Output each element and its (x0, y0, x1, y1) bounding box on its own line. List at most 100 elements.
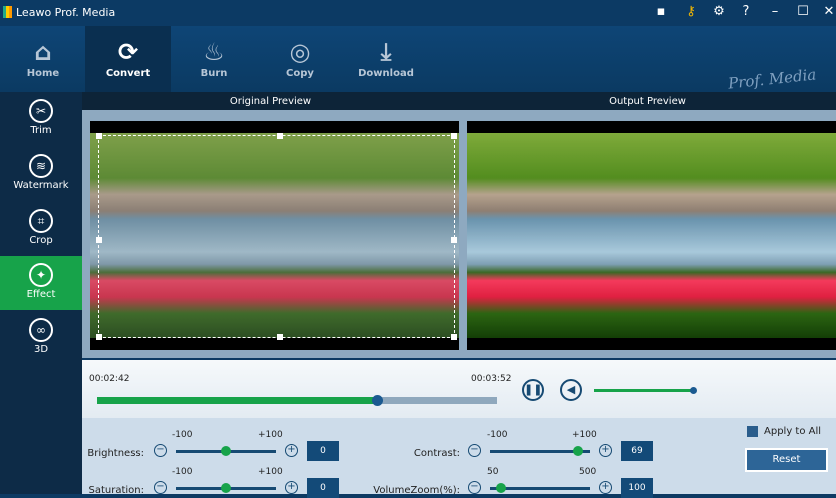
sidebar-label: Effect (26, 289, 56, 300)
title-bar: Leawo Prof. Media ▪ ⚷ ⚙ ? – ☐ ✕ (0, 0, 836, 26)
saturation-decrease-button[interactable]: − (154, 481, 167, 494)
scissors-icon: ✂ (29, 99, 53, 123)
brightness-label: Brightness: (87, 448, 144, 459)
output-video-frame (467, 133, 836, 338)
volume-zoom-min: 50 (487, 467, 499, 477)
apply-to-all-label[interactable]: Apply to All (764, 426, 821, 437)
saturation-max: +100 (258, 467, 283, 477)
contrast-value[interactable]: 69 (621, 441, 653, 461)
contrast-min: -100 (487, 430, 508, 440)
crop-handle[interactable] (451, 133, 457, 139)
brightness-decrease-button[interactable]: − (154, 444, 167, 457)
toolbar-home[interactable]: ⌂ Home (0, 26, 86, 92)
toolbar-download[interactable]: ⤓ Download (343, 26, 429, 92)
crop-handle[interactable] (96, 236, 102, 243)
toolbar-convert[interactable]: ⟳ Convert (85, 26, 171, 92)
current-time: 00:02:42 (89, 374, 130, 384)
sidebar-item-crop[interactable]: ⌗ Crop (0, 202, 82, 256)
toolbar-label: Copy (286, 68, 314, 79)
sidebar-label: Crop (29, 235, 53, 246)
volume-icon[interactable]: ◀ (560, 379, 582, 401)
app-logo-icon (3, 6, 12, 18)
volume-zoom-handle[interactable] (496, 483, 506, 493)
seek-bar[interactable] (97, 395, 497, 406)
contrast-max: +100 (572, 430, 597, 440)
saturation-handle[interactable] (221, 483, 231, 493)
app-title: Leawo Prof. Media (16, 6, 116, 19)
volume-zoom-increase-button[interactable]: + (599, 481, 612, 494)
minimize-icon[interactable]: – (766, 4, 784, 19)
crop-handle[interactable] (276, 334, 283, 340)
toolbar-copy[interactable]: ◎ Copy (257, 26, 343, 92)
crop-handle[interactable] (276, 133, 283, 139)
reset-button[interactable]: Reset (745, 448, 828, 472)
seek-handle[interactable] (372, 395, 383, 406)
chat-icon[interactable]: ▪ (652, 4, 670, 19)
main-toolbar: ⌂ Home ⟳ Convert ♨ Burn ◎ Copy ⤓ Download Pro… (0, 26, 836, 93)
saturation-increase-button[interactable]: + (285, 481, 298, 494)
toolbar-label: Download (358, 68, 414, 79)
sidebar-item-watermark[interactable]: ≋ Watermark (0, 147, 82, 201)
saturation-slider[interactable] (176, 483, 276, 493)
burn-icon: ♨ (203, 38, 225, 66)
toolbar-label: Home (26, 68, 60, 79)
volume-handle[interactable] (690, 387, 697, 394)
output-preview-label: Output Preview (609, 96, 686, 107)
preview-header: Original Preview Output Preview (82, 92, 836, 110)
pause-button[interactable]: ❚❚ (522, 379, 544, 401)
original-video[interactable] (90, 121, 459, 350)
maximize-icon[interactable]: ☐ (794, 4, 812, 19)
saturation-label: Saturation: (88, 485, 145, 496)
home-icon: ⌂ (34, 38, 52, 66)
volume-zoom-decrease-button[interactable]: − (468, 481, 481, 494)
watermark-icon: ≋ (29, 154, 53, 178)
volume-zoom-max: 500 (579, 467, 597, 477)
contrast-handle[interactable] (573, 446, 583, 456)
output-video (467, 121, 836, 350)
crop-box[interactable] (96, 133, 457, 340)
sidebar-label: 3D (33, 344, 49, 355)
sidebar-label: Watermark (13, 180, 69, 191)
crop-handle[interactable] (96, 133, 102, 139)
saturation-value[interactable]: 0 (307, 478, 339, 498)
effect-icon: ✦ (29, 263, 53, 287)
edit-sidebar: ✂ Trim ≋ Watermark ⌗ Crop ✦ Effect ∞ 3D (0, 92, 82, 494)
brightness-min: -100 (172, 430, 193, 440)
original-preview-label: Original Preview (229, 96, 312, 107)
sidebar-item-effect[interactable]: ✦ Effect (0, 256, 82, 310)
brand-logo: Prof. Media (726, 65, 817, 93)
volume-slider[interactable] (594, 387, 697, 394)
volume-zoom-label: VolumeZoom(%): (373, 485, 460, 496)
brightness-value[interactable]: 0 (307, 441, 339, 461)
download-icon: ⤓ (380, 38, 392, 66)
volume-zoom-value[interactable]: 100 (621, 478, 653, 498)
volume-zoom-slider[interactable] (490, 483, 590, 493)
close-icon[interactable]: ✕ (820, 4, 836, 19)
crop-handle[interactable] (451, 236, 457, 243)
contrast-slider[interactable] (490, 446, 590, 456)
brightness-increase-button[interactable]: + (285, 444, 298, 457)
sidebar-item-3d[interactable]: ∞ 3D (0, 311, 82, 365)
brightness-max: +100 (258, 430, 283, 440)
contrast-increase-button[interactable]: + (599, 444, 612, 457)
toolbar-burn[interactable]: ♨ Burn (171, 26, 257, 92)
seek-progress (97, 397, 377, 404)
sidebar-item-trim[interactable]: ✂ Trim (0, 92, 82, 146)
help-icon[interactable]: ? (737, 4, 755, 19)
crop-icon: ⌗ (29, 209, 53, 233)
preview-area (82, 110, 836, 358)
convert-icon: ⟳ (117, 38, 139, 66)
brightness-slider[interactable] (176, 446, 276, 456)
toolbar-label: Convert (105, 68, 151, 79)
toolbar-label: Burn (200, 68, 228, 79)
apply-to-all-checkbox[interactable] (747, 426, 758, 437)
crop-handle[interactable] (451, 334, 457, 340)
key-icon[interactable]: ⚷ (682, 4, 700, 19)
player-controls: 00:02:42 00:03:52 ❚❚ ◀ (82, 360, 836, 418)
total-time: 00:03:52 (471, 374, 512, 384)
brightness-handle[interactable] (221, 446, 231, 456)
copy-icon: ◎ (289, 38, 311, 66)
crop-handle[interactable] (96, 334, 102, 340)
contrast-decrease-button[interactable]: − (468, 444, 481, 457)
gear-icon[interactable]: ⚙ (710, 4, 728, 19)
